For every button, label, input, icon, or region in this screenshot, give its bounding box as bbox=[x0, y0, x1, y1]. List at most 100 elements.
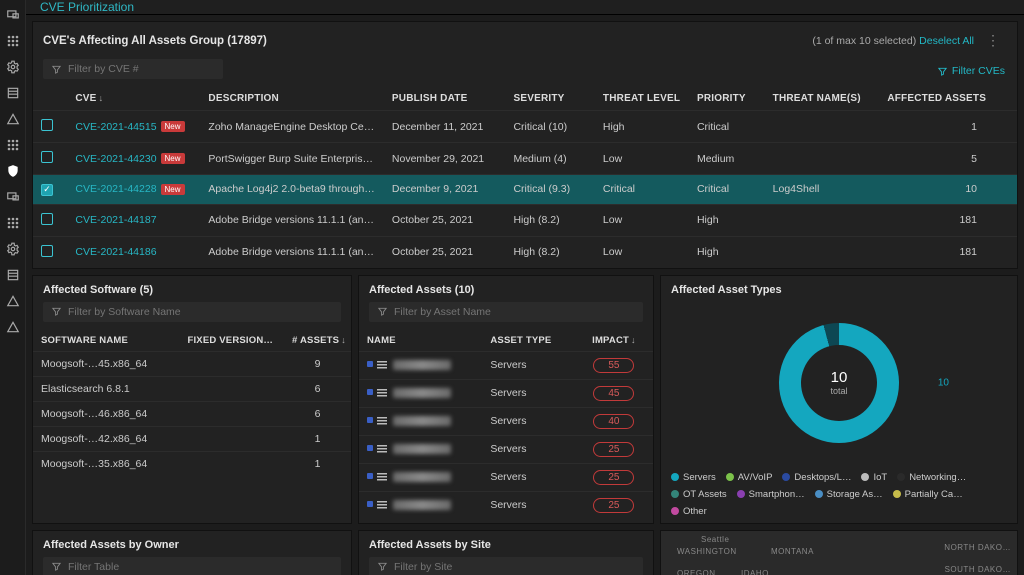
row-checkbox[interactable] bbox=[41, 119, 53, 131]
cve-link[interactable]: CVE-2021-44515 bbox=[75, 121, 156, 133]
table-row[interactable]: Moogsoft-…42.x86_641 bbox=[33, 426, 351, 451]
more-menu-icon[interactable]: ⋮ bbox=[980, 30, 1007, 51]
table-row[interactable]: Servers25 bbox=[359, 463, 653, 491]
device2-icon[interactable] bbox=[6, 190, 20, 204]
table-row[interactable]: CVE-2021-44515NewZoho ManageEngine Deskt… bbox=[33, 111, 1017, 143]
col-pub[interactable]: PUBLISH DATE bbox=[384, 87, 506, 111]
bars-icon bbox=[377, 361, 387, 369]
table-row[interactable]: Servers25 bbox=[359, 435, 653, 463]
deselect-all-link[interactable]: Deselect All bbox=[919, 35, 974, 47]
map-panel[interactable]: Seattle WASHINGTON MONTANA NORTH DAKO… O… bbox=[660, 530, 1018, 575]
sw-col-fixed[interactable]: FIXED VERSION… bbox=[179, 330, 284, 352]
sw-assets[interactable]: 6 bbox=[284, 376, 351, 401]
grid-icon[interactable] bbox=[6, 34, 20, 48]
grid3-icon[interactable] bbox=[6, 216, 20, 230]
sw-assets[interactable]: 1 bbox=[284, 426, 351, 451]
legend-item[interactable]: IoT bbox=[861, 472, 887, 483]
sw-col-assets[interactable]: # ASSETS↓ bbox=[284, 330, 351, 352]
a-col-impact[interactable]: IMPACT↓ bbox=[575, 330, 653, 352]
triangle2-icon[interactable] bbox=[6, 294, 20, 308]
list2-icon[interactable] bbox=[6, 268, 20, 282]
legend-item[interactable]: Storage As… bbox=[815, 489, 883, 500]
cve-link[interactable]: CVE-2021-44186 bbox=[75, 246, 156, 258]
cell-aa[interactable]: 181 bbox=[879, 204, 1017, 236]
table-row[interactable]: Servers 25 bbox=[359, 491, 653, 519]
a-type: Servers bbox=[482, 491, 575, 519]
a-col-name[interactable]: NAME bbox=[359, 330, 482, 352]
legend-item[interactable]: OT Assets bbox=[671, 489, 727, 500]
gear2-icon[interactable] bbox=[6, 242, 20, 256]
page-title: CVE Prioritization bbox=[26, 0, 1024, 15]
software-filter[interactable] bbox=[43, 302, 341, 322]
col-affected[interactable]: AFFECTED ASSETS bbox=[879, 87, 1017, 111]
device-icon[interactable] bbox=[6, 8, 20, 22]
sw-assets[interactable]: 9 bbox=[284, 351, 351, 376]
dot-icon bbox=[367, 389, 373, 395]
gear-icon[interactable] bbox=[6, 60, 20, 74]
assets-filter[interactable] bbox=[369, 302, 643, 322]
a-name bbox=[359, 407, 482, 435]
cell-aa[interactable]: 181 bbox=[879, 236, 1017, 268]
impact-pill: 40 bbox=[593, 414, 634, 429]
sw-col-name[interactable]: SOFTWARE NAME bbox=[33, 330, 179, 352]
sw-fixed bbox=[179, 376, 284, 401]
table-row[interactable]: Moogsoft-…35.x86_641 bbox=[33, 451, 351, 476]
map-label: Seattle bbox=[701, 535, 729, 544]
col-threatname[interactable]: THREAT NAME(S) bbox=[765, 87, 880, 111]
legend-item[interactable]: Other bbox=[671, 506, 707, 517]
cve-panel-title: CVE's Affecting All Assets Group (17897) bbox=[43, 35, 267, 47]
triangle3-icon[interactable] bbox=[6, 320, 20, 334]
table-row[interactable]: CVE-2021-44187Adobe Bridge versions 11.1… bbox=[33, 204, 1017, 236]
row-checkbox[interactable] bbox=[41, 213, 53, 225]
owner-filter[interactable] bbox=[43, 557, 341, 575]
cell-pub: October 25, 2021 bbox=[384, 204, 506, 236]
legend-item[interactable]: Partially Ca… bbox=[893, 489, 963, 500]
filter-cves-link[interactable]: Filter CVEs bbox=[937, 65, 1017, 77]
grid2-icon[interactable] bbox=[6, 138, 20, 152]
legend-item[interactable]: Servers bbox=[671, 472, 716, 483]
table-row[interactable]: Moogsoft-…45.x86_649 bbox=[33, 351, 351, 376]
triangle-icon[interactable] bbox=[6, 112, 20, 126]
table-row[interactable]: CVE-2021-44230NewPortSwigger Burp Suite … bbox=[33, 143, 1017, 175]
table-row[interactable]: Elasticsearch 6.8.16 bbox=[33, 376, 351, 401]
legend-item[interactable]: AV/VoIP bbox=[726, 472, 773, 483]
table-row[interactable]: Servers55 bbox=[359, 351, 653, 379]
cve-link[interactable]: CVE-2021-44230 bbox=[75, 153, 156, 165]
sw-assets[interactable]: 1 bbox=[284, 451, 351, 476]
legend-item[interactable]: Networking… bbox=[897, 472, 966, 483]
table-row[interactable]: Servers45 bbox=[359, 379, 653, 407]
a-name bbox=[359, 379, 482, 407]
bars-icon bbox=[377, 389, 387, 397]
col-threat[interactable]: THREAT LEVEL bbox=[595, 87, 689, 111]
shield-icon[interactable] bbox=[6, 164, 20, 178]
sw-assets[interactable]: 6 bbox=[284, 401, 351, 426]
col-desc[interactable]: DESCRIPTION bbox=[200, 87, 383, 111]
col-sev[interactable]: SEVERITY bbox=[505, 87, 594, 111]
col-cve[interactable]: CVE↓ bbox=[67, 87, 200, 111]
row-checkbox[interactable] bbox=[41, 245, 53, 257]
list-icon[interactable] bbox=[6, 86, 20, 100]
impact-pill: 25 bbox=[593, 498, 634, 513]
row-checkbox[interactable]: ✓ bbox=[41, 184, 53, 196]
filter-icon bbox=[377, 306, 388, 317]
site-filter[interactable] bbox=[369, 557, 643, 575]
cve-link[interactable]: CVE-2021-44187 bbox=[75, 214, 156, 226]
filter-icon bbox=[51, 561, 62, 572]
legend-item[interactable]: Desktops/L… bbox=[782, 472, 851, 483]
cve-link[interactable]: CVE-2021-44228 bbox=[75, 183, 156, 195]
table-row[interactable]: CVE-2021-44186Adobe Bridge versions 11.1… bbox=[33, 236, 1017, 268]
cell-aa[interactable]: 5 bbox=[879, 143, 1017, 175]
table-row[interactable]: Servers40 bbox=[359, 407, 653, 435]
cell-aa[interactable]: 10 bbox=[879, 175, 1017, 205]
a-col-type[interactable]: ASSET TYPE bbox=[482, 330, 575, 352]
row-checkbox[interactable] bbox=[41, 151, 53, 163]
legend-item[interactable]: Smartphon… bbox=[737, 489, 805, 500]
cell-tn bbox=[765, 204, 880, 236]
col-prio[interactable]: PRIORITY bbox=[689, 87, 765, 111]
dot-icon bbox=[367, 361, 373, 367]
cell-aa[interactable]: 1 bbox=[879, 111, 1017, 143]
impact-pill: 45 bbox=[593, 386, 634, 401]
table-row[interactable]: Moogsoft-…46.x86_646 bbox=[33, 401, 351, 426]
cve-filter-input[interactable] bbox=[43, 59, 223, 79]
table-row[interactable]: ✓CVE-2021-44228NewApache Log4j2 2.0-beta… bbox=[33, 175, 1017, 205]
